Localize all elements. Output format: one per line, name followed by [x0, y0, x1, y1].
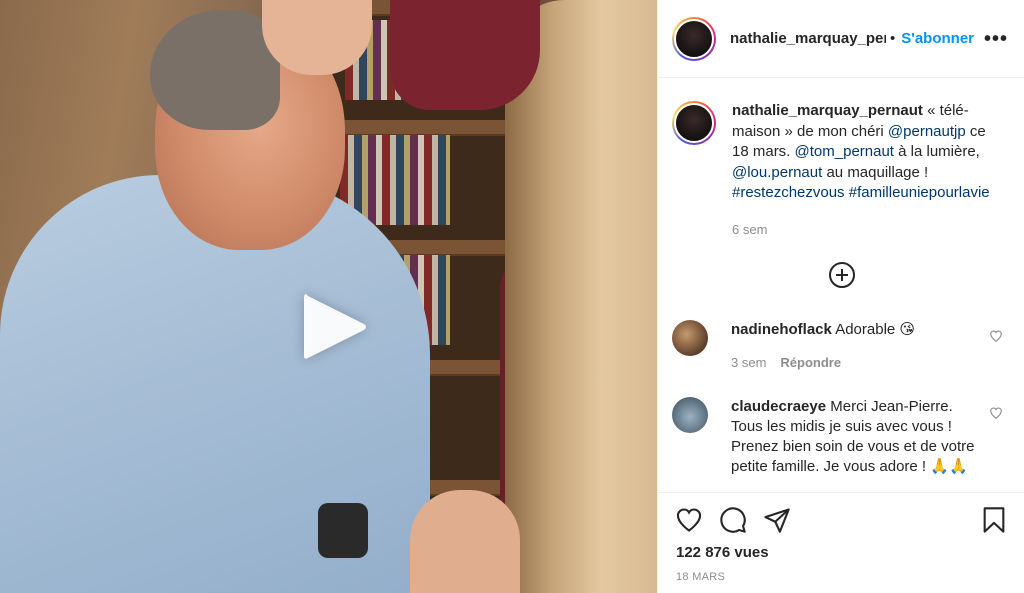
- caption-username[interactable]: nathalie_marquay_pernaut: [732, 102, 923, 119]
- heart-icon: [676, 508, 702, 532]
- mention-link[interactable]: @lou.pernaut: [732, 164, 822, 181]
- paper-plane-icon: [764, 508, 790, 533]
- mention-link[interactable]: @pernautjp: [888, 123, 966, 140]
- caption-fragment: à la lumière,: [893, 143, 980, 160]
- comment-timestamp[interactable]: 3 sem: [731, 355, 766, 370]
- man-hair: [150, 10, 280, 130]
- caption-text: nathalie_marquay_pernaut « télé-maison »…: [732, 101, 1000, 240]
- caption-timestamp[interactable]: 6 sem: [732, 220, 1000, 241]
- play-icon: [304, 294, 366, 359]
- mention-link[interactable]: @tom_pernaut: [795, 143, 894, 160]
- woman-hair: [505, 0, 657, 593]
- post-date[interactable]: 18 MARS: [658, 571, 1024, 583]
- play-button[interactable]: [295, 287, 375, 367]
- post-video[interactable]: [0, 0, 657, 593]
- plus-circle-icon[interactable]: [828, 261, 856, 289]
- commenter-username[interactable]: claudecraeye: [731, 398, 826, 415]
- separator-dot: •: [890, 30, 896, 47]
- woman-hand: [410, 490, 520, 593]
- comment-icon: [720, 507, 746, 533]
- caption-fragment: au maquillage !: [822, 163, 929, 181]
- comment-item: claudecraeye Merci Jean-Pierre. Tous les…: [672, 397, 1017, 477]
- view-count[interactable]: 122 876 vues: [658, 544, 1024, 561]
- commenter-avatar[interactable]: [672, 397, 708, 433]
- wristwatch: [318, 503, 368, 558]
- like-button[interactable]: [674, 505, 704, 535]
- post-side-panel: nathalie_marquay_perr • S'abonner ••• na…: [657, 0, 1024, 593]
- bookmark-icon: [983, 507, 1005, 533]
- author-username[interactable]: nathalie_marquay_perr: [730, 30, 886, 47]
- comment-item: nadinehoflack Adorable 😘 3 sem Répondre: [672, 320, 1017, 373]
- comments-list[interactable]: nathalie_marquay_pernaut « télé-maison »…: [658, 79, 1024, 492]
- comment-like-icon[interactable]: [989, 406, 1003, 420]
- post-caption: nathalie_marquay_pernaut « télé-maison »…: [658, 79, 1024, 240]
- commenter-avatar[interactable]: [672, 320, 708, 356]
- hashtag-link[interactable]: #familleuniepourlavie: [845, 184, 990, 201]
- post-header: nathalie_marquay_perr • S'abonner •••: [658, 0, 1024, 78]
- author-avatar[interactable]: [672, 16, 716, 61]
- hashtag-link[interactable]: #restezchezvous: [732, 184, 845, 201]
- post-actions: 122 876 vues 18 MARS: [658, 492, 1024, 593]
- comment-button[interactable]: [718, 505, 748, 535]
- woman-arm: [390, 0, 540, 110]
- save-button[interactable]: [979, 505, 1009, 535]
- share-button[interactable]: [762, 505, 792, 535]
- comment-like-icon[interactable]: [989, 329, 1003, 343]
- commenter-username[interactable]: nadinehoflack: [731, 321, 832, 338]
- follow-button[interactable]: S'abonner: [901, 30, 974, 47]
- caption-author-avatar[interactable]: [672, 101, 716, 145]
- more-options-icon[interactable]: •••: [984, 29, 1008, 49]
- action-bar: [658, 493, 1024, 535]
- reply-button[interactable]: Répondre: [780, 355, 841, 370]
- comment-text: Adorable 😘: [831, 321, 916, 338]
